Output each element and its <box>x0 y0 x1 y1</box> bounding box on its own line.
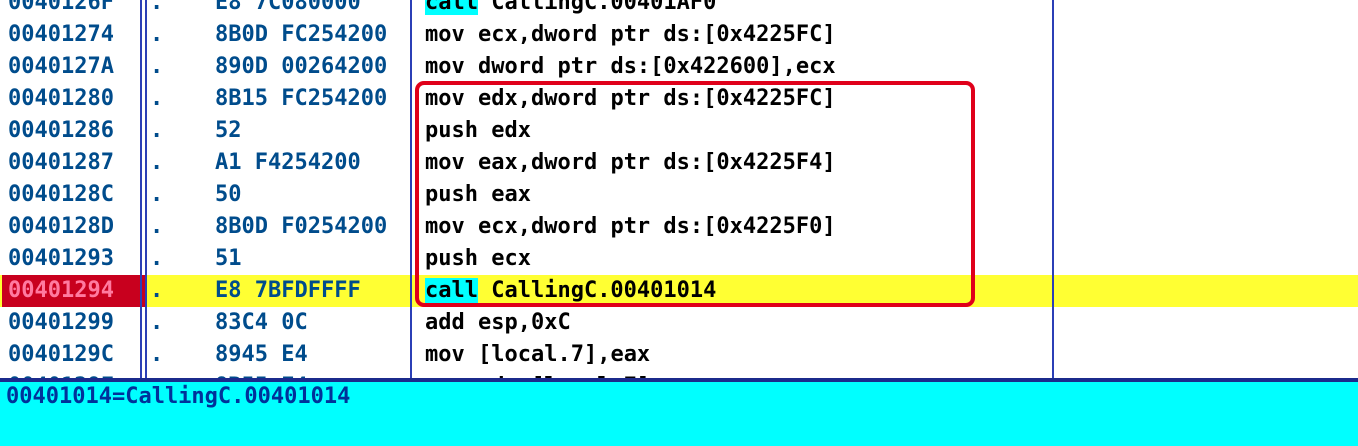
column-divider-address-2[interactable] <box>145 0 147 380</box>
row-hex-bytes: 83C4 0C <box>215 310 308 335</box>
instruction-operands: eax,dword ptr ds:[0x4225F4] <box>464 150 836 175</box>
instruction-operands: edx <box>477 118 531 143</box>
disassembly-row[interactable]: 00401293. 51 push ecx <box>0 243 1358 275</box>
disassembly-row[interactable]: 00401280. 8B15 FC254200 mov edx,dword ptr … <box>0 83 1358 115</box>
row-marker: . <box>150 22 164 47</box>
row-hex-bytes: 8945 E4 <box>215 342 308 367</box>
disassembly-row[interactable]: 0040129C. 8945 E4 mov [local.7],eax <box>0 339 1358 371</box>
row-hex-bytes: A1 F4254200 <box>215 150 361 175</box>
instruction-mnemonic: mov <box>425 54 465 79</box>
instruction-operands: [local.7],eax <box>464 342 651 367</box>
row-marker: . <box>150 310 164 335</box>
instruction-operands: CallingC.00401AF0 <box>477 0 717 15</box>
disassembly-row[interactable]: 0040127A. 890D 00264200 mov dword ptr ds:[… <box>0 51 1358 83</box>
row-marker: . <box>150 86 164 111</box>
row-address: 00401293 <box>8 246 114 271</box>
row-address: 00401280 <box>8 86 114 111</box>
instruction-mnemonic: push <box>425 118 478 143</box>
info-pane-text: 00401014=CallingC.00401014 <box>6 384 351 409</box>
row-instruction: mov ecx,dword ptr ds:[0x4225FC] <box>425 19 1045 51</box>
instruction-mnemonic: mov <box>425 214 465 239</box>
instruction-operands: dword ptr ds:[0x422600],ecx <box>464 54 836 79</box>
column-divider-address[interactable] <box>140 0 142 380</box>
disassembly-row[interactable]: 0040128D. 8B0D F0254200 mov ecx,dword ptr … <box>0 211 1358 243</box>
row-hex-bytes: E8 7BFDFFFF <box>215 278 361 303</box>
row-hex-bytes: E8 7C080000 <box>215 0 361 15</box>
column-divider-hex[interactable] <box>410 0 412 380</box>
row-address: 0040127A <box>8 54 114 79</box>
instruction-mnemonic: call <box>425 0 478 15</box>
row-instruction: mov ecx,dword ptr ds:[0x4225F0] <box>425 211 1045 243</box>
row-instruction: push ecx <box>425 243 1045 275</box>
instruction-mnemonic: mov <box>425 342 465 367</box>
disassembly-pane[interactable]: 0040126F. E8 7C080000 call CallingC.00401A… <box>0 0 1358 380</box>
row-marker: . <box>150 118 164 143</box>
row-hex-bytes: 890D 00264200 <box>215 54 388 79</box>
instruction-operands: ecx,dword ptr ds:[0x4225F0] <box>464 214 836 239</box>
row-hex-bytes: 50 <box>215 182 242 207</box>
instruction-operands: ecx <box>477 246 531 271</box>
row-marker: . <box>150 54 164 79</box>
instruction-operands: esp,0xC <box>464 310 571 335</box>
column-divider-comment[interactable] <box>1052 0 1054 380</box>
row-hex-bytes: 8B0D FC254200 <box>215 22 388 47</box>
row-instruction: add esp,0xC <box>425 307 1045 339</box>
row-instruction: push edx <box>425 115 1045 147</box>
instruction-mnemonic: push <box>425 182 478 207</box>
row-hex-bytes: 8B0D F0254200 <box>215 214 388 239</box>
row-marker: . <box>150 246 164 271</box>
row-instruction: mov [local.7],eax <box>425 339 1045 371</box>
row-address: 0040129C <box>8 342 114 367</box>
row-instruction: mov edx,dword ptr ds:[0x4225FC] <box>425 83 1045 115</box>
instruction-mnemonic: mov <box>425 150 465 175</box>
row-address: 00401274 <box>8 22 114 47</box>
row-address: 00401299 <box>8 310 114 335</box>
row-marker: . <box>150 0 164 15</box>
row-marker: . <box>150 150 164 175</box>
row-marker: . <box>150 182 164 207</box>
disassembly-row[interactable]: 0040126F. E8 7C080000 call CallingC.00401A… <box>0 0 1358 19</box>
instruction-operands: eax <box>477 182 531 207</box>
row-instruction: mov dword ptr ds:[0x422600],ecx <box>425 51 1045 83</box>
row-address: 0040128C <box>8 182 114 207</box>
row-instruction: mov eax,dword ptr ds:[0x4225F4] <box>425 147 1045 179</box>
instruction-mnemonic: mov <box>425 22 465 47</box>
disassembly-row[interactable]: 00401274. 8B0D FC254200 mov ecx,dword ptr … <box>0 19 1358 51</box>
row-address: 0040128D <box>8 214 114 239</box>
instruction-operands: ecx,dword ptr ds:[0x4225FC] <box>464 22 836 47</box>
row-marker: . <box>150 342 164 367</box>
row-instruction: call CallingC.00401AF0 <box>425 0 1045 19</box>
info-pane: 00401014=CallingC.00401014 <box>0 382 1358 446</box>
row-marker: . <box>150 278 164 303</box>
instruction-mnemonic: push <box>425 246 478 271</box>
disassembly-row[interactable]: 00401299. 83C4 0C add esp,0xC <box>0 307 1358 339</box>
instruction-operands: edx,dword ptr ds:[0x4225FC] <box>464 86 836 111</box>
row-address: 00401287 <box>8 150 114 175</box>
row-address: 00401286 <box>8 118 114 143</box>
disassembly-row[interactable]: 00401286. 52 push edx <box>0 115 1358 147</box>
disassembly-row-selected[interactable]: 00401294. E8 7BFDFFFF call CallingC.004010… <box>0 275 1358 307</box>
row-address: 0040126F <box>8 0 114 15</box>
row-address: 00401294 <box>2 275 146 307</box>
row-hex-bytes: 8B15 FC254200 <box>215 86 388 111</box>
row-hex-bytes: 52 <box>215 118 242 143</box>
instruction-mnemonic: add <box>425 310 465 335</box>
row-instruction: push eax <box>425 179 1045 211</box>
instruction-mnemonic: mov <box>425 86 465 111</box>
row-marker: . <box>150 214 164 239</box>
disassembly-row[interactable]: 0040128C. 50 push eax <box>0 179 1358 211</box>
row-hex-bytes: 51 <box>215 246 242 271</box>
row-instruction: call CallingC.00401014 <box>425 275 1045 307</box>
disassembly-row[interactable]: 00401287. A1 F4254200 mov eax,dword ptr ds… <box>0 147 1358 179</box>
instruction-operands: CallingC.00401014 <box>477 278 717 303</box>
instruction-mnemonic: call <box>425 278 478 303</box>
